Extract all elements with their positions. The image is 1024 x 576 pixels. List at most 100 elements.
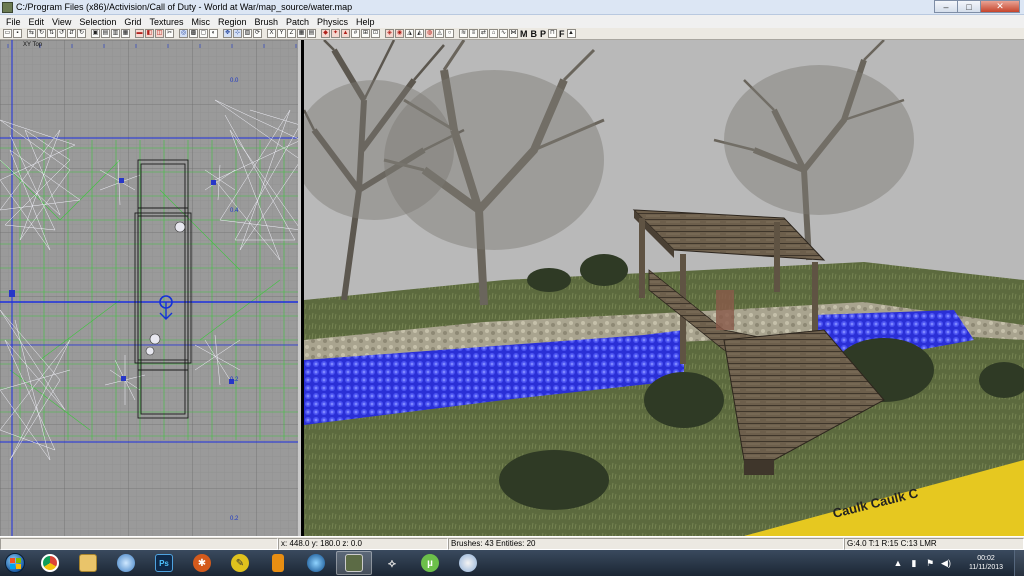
camera-3d-view[interactable]: Caulk Caulk C bbox=[304, 40, 1024, 536]
minimize-button[interactable]: – bbox=[934, 0, 958, 13]
redisperse-icon[interactable]: ≋ bbox=[459, 29, 468, 38]
menu-help[interactable]: Help bbox=[352, 17, 379, 27]
lock-icon[interactable]: ⊓ bbox=[548, 29, 558, 38]
show-curves-icon[interactable]: ◉ bbox=[395, 29, 404, 38]
status-coordinates: x: 448.0 y: 180.0 z: 0.0 bbox=[278, 537, 448, 550]
menu-file[interactable]: File bbox=[2, 17, 25, 27]
taskbar-cod[interactable] bbox=[336, 551, 372, 575]
open-icon[interactable]: ▭ bbox=[3, 29, 12, 38]
taskbar-photoshop[interactable]: Ps bbox=[146, 551, 182, 575]
taskbar-disc[interactable] bbox=[298, 551, 334, 575]
rotate-x-icon[interactable]: ↻ bbox=[37, 29, 46, 38]
toolbar-letter-m[interactable]: M bbox=[519, 29, 529, 39]
camera-move-icon[interactable]: ◐ bbox=[209, 29, 218, 38]
mesh-icon[interactable]: ▤ bbox=[307, 29, 316, 38]
scale-icon[interactable]: ▧ bbox=[243, 29, 252, 38]
rotate-z-icon[interactable]: ↻ bbox=[77, 29, 86, 38]
up-arrow-icon[interactable]: ▲ bbox=[566, 29, 576, 38]
view-x-icon[interactable]: X bbox=[267, 29, 276, 38]
rotate-y-icon[interactable]: ↺ bbox=[57, 29, 66, 38]
menu-grid[interactable]: Grid bbox=[120, 17, 145, 27]
drag-vertices-icon[interactable]: ⊹ bbox=[233, 29, 242, 38]
system-tray: ▲ ▮ ⚑ ◀) 00:02 11/11/2013 bbox=[888, 550, 1024, 576]
texture-lock-icon[interactable]: ⊡ bbox=[371, 29, 380, 38]
menu-physics[interactable]: Physics bbox=[313, 17, 352, 27]
show-patches-icon[interactable]: ◈ bbox=[385, 29, 394, 38]
filter-icon[interactable]: ⊞ bbox=[361, 29, 370, 38]
grid-snap-icon[interactable]: # bbox=[351, 29, 360, 38]
camera-3d-canvas[interactable]: Caulk Caulk C bbox=[304, 40, 1024, 536]
select-touching-icon[interactable]: ▤ bbox=[101, 29, 110, 38]
invert-icon[interactable]: ⇄ bbox=[479, 29, 488, 38]
csg-subtract-icon[interactable]: ▬ bbox=[135, 29, 144, 38]
view-z-icon[interactable]: Z bbox=[287, 29, 296, 38]
endcap-icon[interactable]: ◭ bbox=[415, 29, 424, 38]
taskbar-chrome[interactable] bbox=[32, 551, 68, 575]
drag-edges-icon[interactable]: ✥ bbox=[223, 29, 232, 38]
change-view-icon[interactable]: ◎ bbox=[179, 29, 188, 38]
taskbar-utility[interactable]: ✎ bbox=[222, 551, 258, 575]
network-icon[interactable]: ▮ bbox=[908, 557, 920, 569]
menu-edit[interactable]: Edit bbox=[25, 17, 49, 27]
light-icon[interactable]: ✦ bbox=[331, 29, 340, 38]
taskbar-media[interactable] bbox=[108, 551, 144, 575]
wireframe-icon[interactable]: ⋈ bbox=[509, 29, 518, 38]
thicken-icon[interactable]: ≡ bbox=[469, 29, 478, 38]
show-desktop-button[interactable] bbox=[1014, 550, 1024, 576]
entity-icon[interactable]: ◆ bbox=[321, 29, 330, 38]
toolbar-letter-p[interactable]: P bbox=[539, 29, 547, 39]
flip-y-icon[interactable]: ⇅ bbox=[47, 29, 56, 38]
texture-view-icon[interactable]: ▩ bbox=[189, 29, 198, 38]
close-button[interactable]: ✕ bbox=[980, 0, 1020, 13]
cone-icon[interactable]: ◬ bbox=[435, 29, 444, 38]
flag-icon[interactable]: ⚑ bbox=[924, 557, 936, 569]
rotate-icon[interactable]: ⟳ bbox=[253, 29, 262, 38]
system-clock[interactable]: 00:02 11/11/2013 bbox=[962, 554, 1010, 572]
select-inside-icon[interactable]: ▦ bbox=[121, 29, 130, 38]
volume-icon[interactable]: ◀) bbox=[940, 557, 952, 569]
menu-selection[interactable]: Selection bbox=[75, 17, 120, 27]
cap-icon[interactable]: ⌂ bbox=[489, 29, 498, 38]
menu-view[interactable]: View bbox=[48, 17, 75, 27]
menu-patch[interactable]: Patch bbox=[282, 17, 313, 27]
tray-expand-icon[interactable]: ▲ bbox=[892, 557, 904, 569]
menu-misc[interactable]: Misc bbox=[187, 17, 214, 27]
menu-region[interactable]: Region bbox=[214, 17, 251, 27]
clipper-icon[interactable]: ✂ bbox=[165, 29, 174, 38]
grid-coord-label: 0.0 bbox=[230, 78, 239, 84]
taskbar-paint[interactable] bbox=[450, 551, 486, 575]
select-partial-icon[interactable]: ▥ bbox=[111, 29, 120, 38]
grid-view-canvas[interactable] bbox=[0, 40, 301, 536]
natural-icon[interactable]: ∿ bbox=[499, 29, 508, 38]
save-icon[interactable]: ▪ bbox=[13, 29, 22, 38]
flip-z-icon[interactable]: ⇵ bbox=[67, 29, 76, 38]
taskbar-explorer[interactable] bbox=[70, 551, 106, 575]
select-complete-icon[interactable]: ▣ bbox=[91, 29, 100, 38]
grid-view-label: XY Top bbox=[23, 42, 43, 48]
taskbar-utorrent[interactable]: µ bbox=[412, 551, 448, 575]
taskbar-lock[interactable] bbox=[260, 551, 296, 575]
toolbar-letter-b[interactable]: B bbox=[530, 29, 539, 39]
taskbar-radiant[interactable]: ✱ bbox=[184, 551, 220, 575]
menu-brush[interactable]: Brush bbox=[250, 17, 282, 27]
windows-taskbar: Ps ✱ ✎ ⟡ µ ▲ ▮ ⚑ ◀) 00:02 11/11/2013 bbox=[0, 550, 1024, 576]
patch-tool-icon[interactable]: ▦ bbox=[297, 29, 306, 38]
menu-textures[interactable]: Textures bbox=[145, 17, 187, 27]
csg-merge-icon[interactable]: ◧ bbox=[145, 29, 154, 38]
cubic-clip-icon[interactable]: ▢ bbox=[199, 29, 208, 38]
bevel-icon[interactable]: ◮ bbox=[405, 29, 414, 38]
start-button[interactable] bbox=[0, 550, 30, 576]
window-controls: – □ ✕ bbox=[934, 0, 1020, 13]
taskbar-skyrim[interactable]: ⟡ bbox=[374, 551, 410, 575]
flip-x-icon[interactable]: ⇆ bbox=[27, 29, 36, 38]
grid-view-panel[interactable]: XY Top 0.0 0.4 0.2 0.2 bbox=[0, 40, 301, 536]
toolbar-letter-f[interactable]: F bbox=[558, 29, 566, 39]
view-y-icon[interactable]: Y bbox=[277, 29, 286, 38]
model-icon[interactable]: ▲ bbox=[341, 29, 350, 38]
sphere-icon[interactable]: ○ bbox=[445, 29, 454, 38]
hollow-icon[interactable]: ◫ bbox=[155, 29, 164, 38]
maximize-button[interactable]: □ bbox=[957, 0, 981, 13]
cylinder-icon[interactable]: ◍ bbox=[425, 29, 434, 38]
status-brush-count: Brushes: 43 Entities: 20 bbox=[448, 537, 844, 550]
disc-icon bbox=[307, 554, 325, 572]
